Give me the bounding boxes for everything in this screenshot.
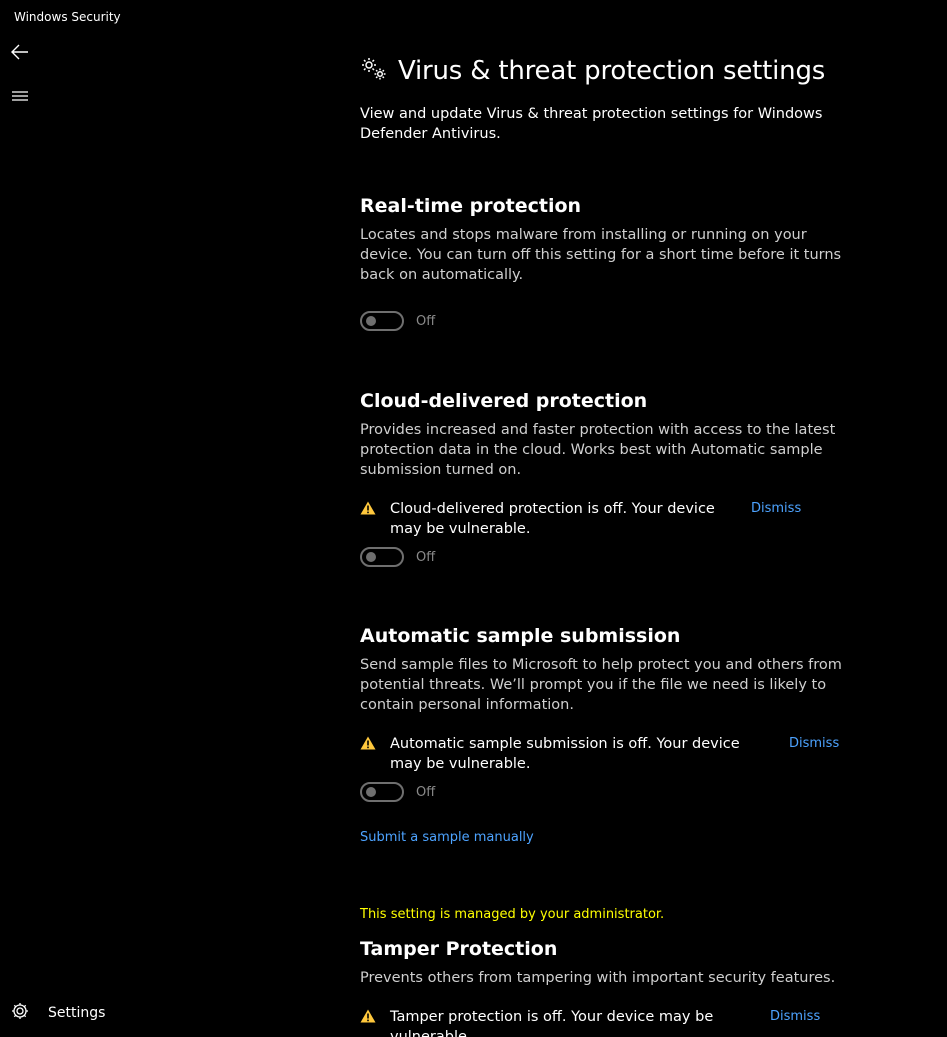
window-title: Windows Security bbox=[14, 10, 121, 24]
warning-icon bbox=[360, 501, 376, 521]
section-title: Tamper Protection bbox=[360, 938, 558, 960]
warning-icon bbox=[360, 736, 376, 756]
toggle-knob bbox=[366, 552, 376, 562]
section-title: Cloud-delivered protection bbox=[360, 390, 648, 412]
gears-icon bbox=[360, 56, 388, 86]
section-title: Real-time protection bbox=[360, 195, 582, 217]
realtime-protection-toggle[interactable] bbox=[360, 311, 404, 331]
cloud-warning: Cloud-delivered protection is off. Your … bbox=[360, 499, 855, 539]
menu-button[interactable] bbox=[8, 84, 32, 108]
tamper-protection-section: Tamper Protection Prevents others from t… bbox=[360, 937, 855, 1037]
submit-sample-link[interactable]: Submit a sample manually bbox=[360, 830, 534, 845]
section-description: Prevents others from tampering with impo… bbox=[360, 970, 836, 986]
cloud-protection-toggle[interactable] bbox=[360, 547, 404, 567]
toggle-state-label: Off bbox=[416, 549, 436, 565]
toggle-state-label: Off bbox=[416, 784, 436, 800]
tamper-warning: Tamper protection is off. Your device ma… bbox=[360, 1007, 855, 1037]
hamburger-menu-icon bbox=[11, 90, 29, 102]
sample-dismiss-link[interactable]: Dismiss bbox=[789, 734, 839, 754]
cloud-toggle-row: Off bbox=[360, 545, 855, 569]
page-title-text: Virus & threat protection settings bbox=[398, 56, 826, 86]
page-title: Virus & threat protection settings bbox=[360, 56, 825, 86]
section-title: Automatic sample submission bbox=[360, 625, 681, 647]
page-description: View and update Virus & threat protectio… bbox=[360, 106, 823, 142]
tamper-dismiss-link[interactable]: Dismiss bbox=[770, 1007, 820, 1027]
back-button[interactable] bbox=[8, 40, 32, 64]
cloud-protection-section: Cloud-delivered protection Provides incr… bbox=[360, 389, 855, 569]
sample-submission-toggle[interactable] bbox=[360, 782, 404, 802]
realtime-toggle-row: Off bbox=[360, 309, 855, 333]
section-description: Provides increased and faster protection… bbox=[360, 422, 836, 478]
back-arrow-icon bbox=[11, 44, 29, 60]
settings-nav-item[interactable]: Settings bbox=[10, 1001, 105, 1025]
warning-text: Tamper protection is off. Your device ma… bbox=[390, 1009, 714, 1037]
gear-icon bbox=[10, 1001, 30, 1025]
toggle-knob bbox=[366, 316, 376, 326]
warning-icon bbox=[360, 1009, 376, 1029]
cloud-dismiss-link[interactable]: Dismiss bbox=[751, 499, 801, 519]
sample-warning: Automatic sample submission is off. Your… bbox=[360, 734, 855, 774]
warning-text: Automatic sample submission is off. Your… bbox=[390, 736, 740, 772]
admin-managed-note: This setting is managed by your administ… bbox=[360, 907, 665, 922]
section-description: Locates and stops malware from installin… bbox=[360, 227, 842, 283]
toggle-state-label: Off bbox=[416, 313, 436, 329]
section-description: Send sample files to Microsoft to help p… bbox=[360, 657, 842, 713]
warning-text: Cloud-delivered protection is off. Your … bbox=[390, 501, 715, 537]
sample-submission-section: Automatic sample submission Send sample … bbox=[360, 624, 855, 804]
settings-nav-label: Settings bbox=[48, 1005, 106, 1021]
sample-toggle-row: Off bbox=[360, 780, 855, 804]
toggle-knob bbox=[366, 787, 376, 797]
realtime-protection-section: Real-time protection Locates and stops m… bbox=[360, 194, 855, 333]
